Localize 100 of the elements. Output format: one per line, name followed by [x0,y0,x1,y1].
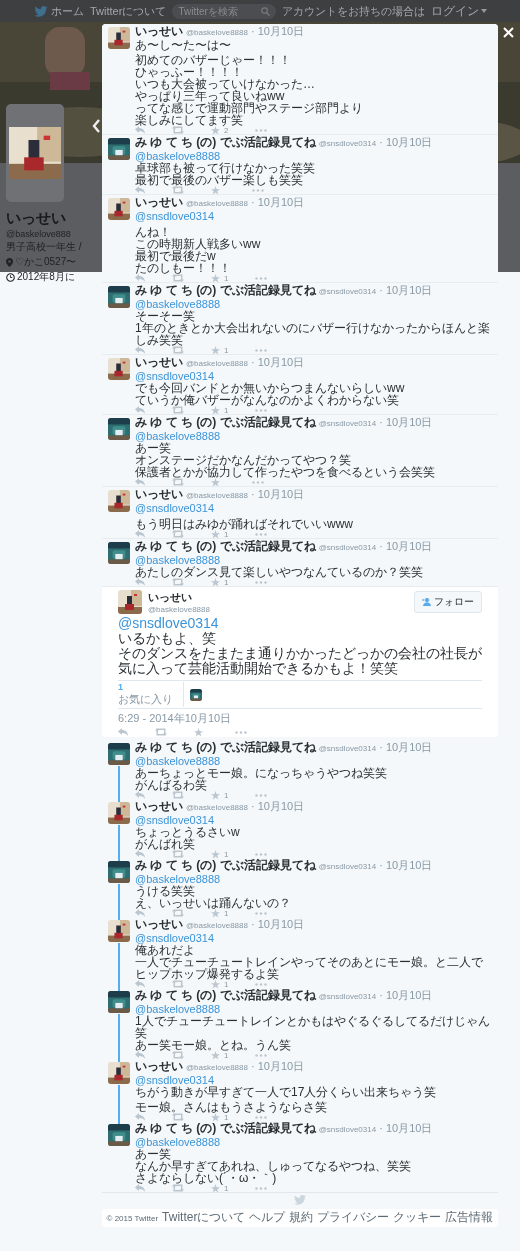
more-icon[interactable] [255,852,268,856]
more-icon[interactable] [255,408,268,412]
more-icon[interactable] [255,1186,268,1190]
about-link[interactable]: Twitterについて [90,3,167,19]
favorite-label[interactable]: お気に入り [118,692,173,707]
user-handle[interactable]: @baskelove8888 [186,197,248,210]
star-icon[interactable] [211,345,220,355]
user-handle[interactable]: @baskelove8888 [186,357,248,370]
footer-link[interactable]: ヘルプ [249,1211,286,1224]
user-name[interactable]: み ゆ て ち (の) でぶ活記録見てね [135,859,316,872]
user-handle[interactable]: @baskelove8888 [186,919,248,932]
user-handle[interactable]: @snsdlove0314 [318,742,377,755]
reply-icon[interactable] [135,850,145,858]
star-icon[interactable] [211,1112,220,1122]
star-icon[interactable] [211,477,220,487]
more-icon[interactable] [255,532,268,536]
reply-icon[interactable] [135,346,145,354]
user-name[interactable]: み ゆ て ち (の) でぶ活記録見てね [135,989,316,1002]
retweet-icon[interactable] [172,346,184,354]
user-handle[interactable]: @baskelove8888 [148,605,408,614]
reply-icon[interactable] [135,1051,145,1059]
bird-icon[interactable] [34,5,48,17]
more-icon[interactable] [255,348,268,352]
mention-link[interactable]: @baskelove8888 [135,430,221,442]
user-name[interactable]: いっせい [148,590,408,605]
mention-link[interactable]: @baskelove8888 [135,554,221,566]
tweet-date[interactable]: · 10月10日 [379,989,433,1002]
retweet-icon[interactable] [172,530,184,538]
mention-link[interactable]: @snsdlove0314 [135,370,215,382]
star-icon[interactable] [211,1183,220,1193]
more-icon[interactable] [255,1053,268,1057]
tweet-date[interactable]: · 10月10日 [379,416,433,429]
tweet-date[interactable]: · 10月10日 [379,540,433,553]
mention-link[interactable]: @snsdlove0314 [135,210,215,222]
retweet-icon[interactable] [172,980,184,988]
retweet-icon[interactable] [172,406,184,414]
reply-icon[interactable] [135,186,145,194]
tweet-date[interactable]: · 10月10日 [250,918,305,931]
mention-link[interactable]: @snsdlove0314 [135,502,215,514]
user-handle[interactable]: @baskelove8888 [186,1061,248,1074]
retweet-icon[interactable] [172,1184,184,1192]
more-icon[interactable] [255,276,268,280]
retweet-icon[interactable] [172,274,184,282]
more-icon[interactable] [255,911,268,915]
star-icon[interactable] [211,185,220,195]
tweet-date[interactable]: · 10月10日 [379,284,433,297]
retweet-icon[interactable] [172,578,184,586]
footer-link[interactable]: 規約 [289,1211,314,1224]
user-handle[interactable]: @baskelove8888 [186,489,248,502]
user-name[interactable]: み ゆ て ち (の) でぶ活記録見てね [135,416,316,429]
home-link[interactable]: ホーム [51,3,84,19]
mention-link[interactable]: @baskelove8888 [135,755,221,767]
user-name[interactable]: いっせい [135,918,183,931]
retweet-icon[interactable] [172,791,184,799]
tweet-date[interactable]: · 10月10日 [250,1060,305,1073]
user-handle[interactable]: @snsdlove0314 [318,1123,377,1136]
star-icon[interactable] [211,849,220,859]
follow-button[interactable]: フォロー [414,591,482,613]
more-icon[interactable] [252,480,264,484]
reply-icon[interactable] [135,274,145,282]
reply-icon[interactable] [135,578,145,586]
user-name[interactable]: み ゆ て ち (の) でぶ活記録見てね [135,284,316,297]
login-link[interactable]: ログイン [431,3,488,19]
footer-link[interactable]: プライバシー [317,1211,390,1224]
mention-link[interactable]: @baskelove8888 [135,1136,221,1148]
user-handle[interactable]: @snsdlove0314 [318,860,377,873]
star-icon[interactable] [211,790,220,800]
footer-link[interactable]: 広告情報 [445,1211,494,1224]
footer-link[interactable]: クッキー [393,1211,442,1224]
more-icon[interactable] [255,1115,268,1119]
search-icon[interactable] [261,6,271,16]
star-icon[interactable] [211,529,220,539]
tweet-date[interactable]: · 10月10日 [250,356,305,369]
retweet-icon[interactable] [172,186,184,194]
mention-link[interactable]: @snsdlove0314 [135,932,215,944]
star-icon[interactable] [211,273,220,283]
user-name[interactable]: いっせい [135,488,183,501]
mention-link[interactable]: @baskelove8888 [135,1003,221,1015]
more-icon[interactable] [255,982,268,986]
user-name[interactable]: いっせい [135,196,183,209]
favorite-count[interactable]: 1 [118,682,173,692]
user-name[interactable]: いっせい [135,800,183,813]
mention-link[interactable]: @baskelove8888 [135,873,221,885]
star-icon[interactable] [211,577,220,587]
reply-icon[interactable] [135,530,145,538]
user-handle[interactable]: @snsdlove0314 [318,417,377,430]
reply-icon[interactable] [118,728,128,736]
star-icon[interactable] [211,979,220,989]
reply-icon[interactable] [135,478,145,486]
tweet-date[interactable]: · 10月10日 [379,859,433,872]
retweet-icon[interactable] [155,728,167,736]
more-icon[interactable] [255,793,268,797]
reply-icon[interactable] [135,791,145,799]
user-handle[interactable]: @snsdlove0314 [318,541,377,554]
reply-icon[interactable] [135,909,145,917]
star-icon[interactable] [211,405,220,415]
user-name[interactable]: いっせい [135,356,183,369]
reply-icon[interactable] [135,1184,145,1192]
reply-icon[interactable] [135,406,145,414]
more-icon[interactable] [255,580,268,584]
